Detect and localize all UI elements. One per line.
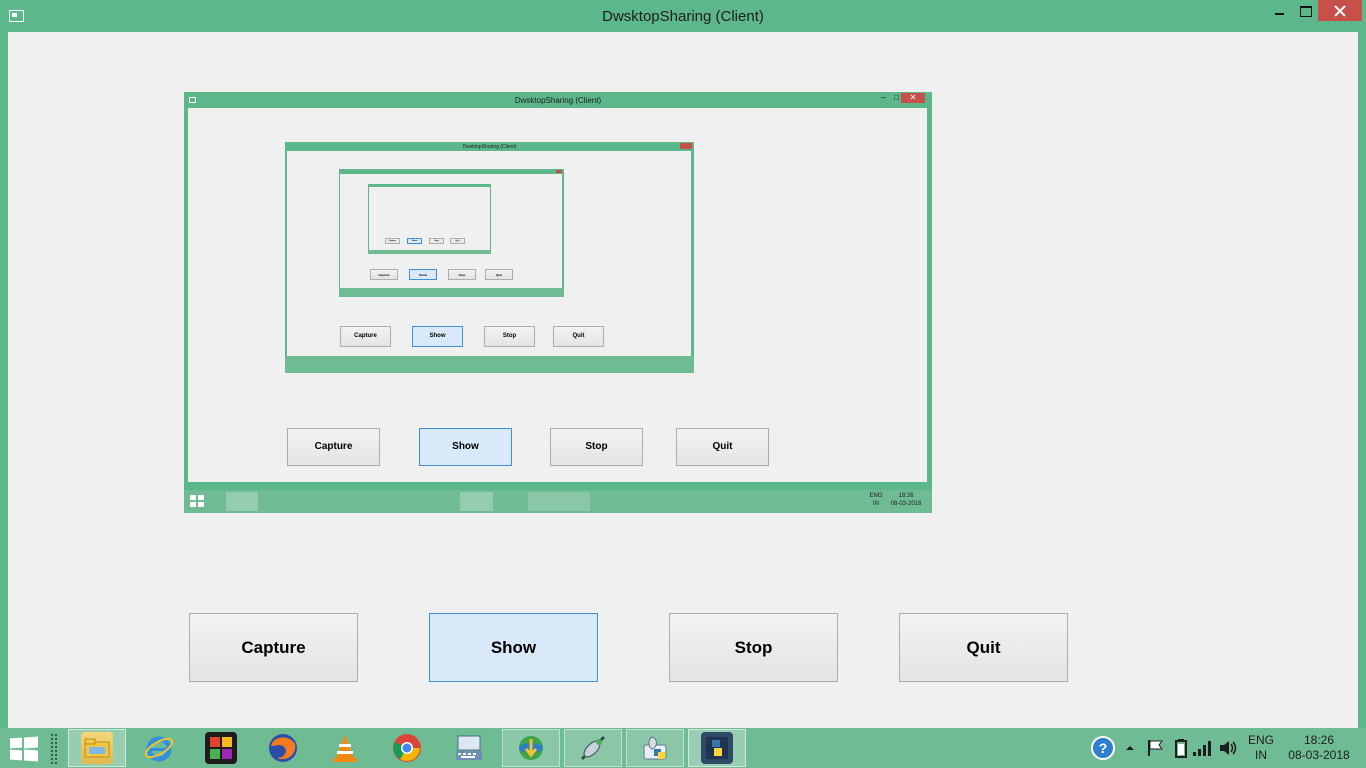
remote-screen-view: DwsktopSharing (Client) – □ ✕ DwsktopSha… bbox=[184, 92, 932, 513]
nested-capture-button: Capture bbox=[340, 326, 391, 347]
network-signal-icon[interactable] bbox=[1192, 728, 1212, 768]
close-button[interactable] bbox=[1318, 0, 1362, 21]
nested-taskbar bbox=[339, 288, 564, 297]
nested-show-button: Show bbox=[409, 269, 437, 280]
preview-taskbar: ENG IN 18:26 08-03-2018 bbox=[184, 490, 932, 513]
satellite-icon bbox=[577, 732, 609, 764]
nested-stop-button: Stop bbox=[484, 326, 535, 347]
nested-capture-button: Capture bbox=[370, 269, 398, 280]
chrome-icon bbox=[391, 732, 423, 764]
clock-date: 08-03-2018 bbox=[1288, 748, 1350, 762]
maximize-button[interactable] bbox=[1292, 0, 1320, 22]
language-code: ENG bbox=[1247, 733, 1274, 747]
nested-quit-button: Quit bbox=[553, 326, 604, 347]
title-bar[interactable]: DwsktopSharing (Client) bbox=[0, 0, 1366, 32]
puzzle-icon bbox=[205, 732, 237, 764]
taskbar-vlc[interactable] bbox=[316, 729, 374, 767]
taskbar-internet-explorer[interactable] bbox=[130, 729, 188, 767]
nested-taskbar bbox=[368, 250, 491, 254]
firefox-icon bbox=[267, 732, 299, 764]
windows-taskbar: ? ENG IN 18:26 08-03-2018 bbox=[0, 728, 1366, 768]
nested-stop-button: Stop bbox=[429, 238, 444, 244]
nested-quit-button: Quit bbox=[450, 238, 465, 244]
preview-tray-lang-text: ENG bbox=[869, 493, 883, 499]
internet-explorer-icon bbox=[143, 732, 175, 764]
volume-icon[interactable] bbox=[1218, 728, 1238, 768]
python-rocket-icon bbox=[639, 732, 671, 764]
capture-button[interactable]: Capture bbox=[189, 613, 358, 682]
preview-tray-language: ENG IN bbox=[868, 492, 884, 508]
language-indicator[interactable]: ENG IN bbox=[1244, 733, 1278, 763]
taskbar-keyboard-app[interactable] bbox=[440, 729, 498, 767]
preview-minimize-icon: – bbox=[881, 93, 886, 102]
app-window: DwsktopSharing (Client) DwsktopSharing (… bbox=[0, 0, 1366, 728]
preview-stop-button: Stop bbox=[550, 428, 643, 466]
battery-icon[interactable] bbox=[1174, 728, 1188, 768]
minimize-button[interactable] bbox=[1264, 0, 1294, 22]
system-clock[interactable]: 18:26 08-03-2018 bbox=[1282, 733, 1356, 763]
preview-taskbar-item bbox=[528, 492, 590, 511]
help-tray-icon[interactable]: ? bbox=[1090, 728, 1116, 768]
quit-button[interactable]: Quit bbox=[899, 613, 1068, 682]
taskbar-grip[interactable] bbox=[50, 733, 58, 765]
taskbar-python-idle[interactable] bbox=[688, 729, 746, 767]
preview-tray-region-text: IN bbox=[873, 501, 879, 507]
taskbar-file-explorer[interactable] bbox=[68, 729, 126, 767]
window-title: DwsktopSharing (Client) bbox=[602, 8, 764, 25]
stop-button[interactable]: Stop bbox=[669, 613, 838, 682]
preview-taskbar-item bbox=[460, 492, 493, 511]
nested-window-title: DwsktopSharing (Client) bbox=[462, 144, 517, 150]
preview-tray-time-text: 18:26 bbox=[898, 493, 914, 499]
nested-close-icon bbox=[556, 170, 562, 173]
region-code: IN bbox=[1255, 748, 1267, 762]
preview-tray-clock: 18:26 08-03-2018 bbox=[888, 492, 924, 508]
start-button[interactable] bbox=[10, 736, 38, 762]
taskbar-firefox[interactable] bbox=[254, 729, 312, 767]
clock-time: 18:26 bbox=[1303, 733, 1335, 747]
show-hidden-icons-button[interactable] bbox=[1124, 728, 1136, 768]
preview-tray-date-text: 08-03-2018 bbox=[890, 501, 922, 507]
taskbar-chrome[interactable] bbox=[378, 729, 436, 767]
taskbar-network-tool[interactable] bbox=[564, 729, 622, 767]
nested-screen-level-2: DwsktopSharing (Client) Capture Show Sto… bbox=[285, 142, 694, 373]
nested-taskbar bbox=[285, 356, 694, 373]
preview-taskbar-item bbox=[226, 492, 258, 511]
preview-window-title: DwsktopSharing (Client) bbox=[514, 96, 602, 105]
nested-screen-level-3: Capture Show Stop Quit Capture Show Stop… bbox=[339, 169, 564, 297]
preview-close-icon: ✕ bbox=[901, 93, 925, 103]
python-idle-icon bbox=[701, 732, 733, 764]
preview-capture-button: Capture bbox=[287, 428, 380, 466]
folder-icon bbox=[81, 732, 113, 764]
globe-download-icon bbox=[515, 732, 547, 764]
preview-start-icon bbox=[190, 495, 204, 507]
nested-screen-level-4: Capture Show Stop Quit bbox=[368, 184, 491, 254]
vlc-cone-icon bbox=[329, 732, 361, 764]
action-center-flag-icon[interactable] bbox=[1146, 728, 1164, 768]
preview-show-button: Show bbox=[419, 428, 512, 466]
taskbar-python-launcher[interactable] bbox=[626, 729, 684, 767]
taskbar-photo-app[interactable] bbox=[192, 729, 250, 767]
close-icon bbox=[1334, 5, 1346, 17]
preview-maximize-icon: □ bbox=[894, 93, 899, 102]
svg-text:?: ? bbox=[1099, 740, 1108, 756]
nested-close-icon bbox=[680, 143, 692, 149]
preview-quit-button: Quit bbox=[676, 428, 769, 466]
nested-capture-button: Capture bbox=[385, 238, 400, 244]
show-button[interactable]: Show bbox=[429, 613, 598, 682]
nested-show-button: Show bbox=[407, 238, 422, 244]
nested-show-button: Show bbox=[412, 326, 463, 347]
taskbar-download-manager[interactable] bbox=[502, 729, 560, 767]
nested-quit-button: Quit bbox=[485, 269, 513, 280]
keyboard-icon bbox=[453, 732, 485, 764]
nested-stop-button: Stop bbox=[448, 269, 476, 280]
